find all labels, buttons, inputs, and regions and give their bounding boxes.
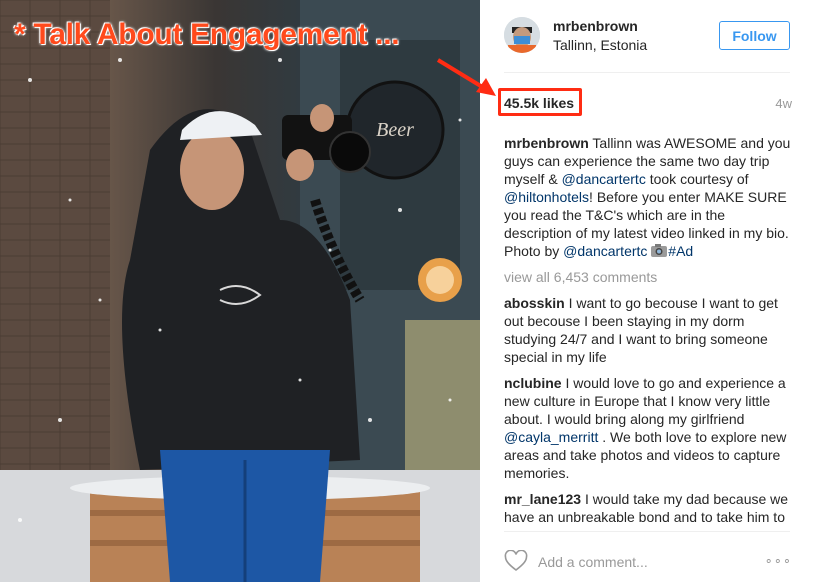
caption-text: took courtesy of	[645, 171, 749, 187]
comment: mr_lane123 I would take my dad because w…	[504, 490, 794, 530]
heart-icon[interactable]	[504, 549, 528, 577]
view-all-comments-link[interactable]: view all 6,453 comments	[504, 268, 794, 286]
svg-text:Beer: Beer	[376, 119, 414, 141]
post-footer: Add a comment... ∘∘∘	[480, 532, 813, 582]
mention-link[interactable]: @cayla_merritt	[504, 429, 598, 445]
post-location[interactable]: Tallinn, Estonia	[553, 37, 647, 53]
mention-link[interactable]: @dancartertc	[562, 171, 646, 187]
comment: abosskin I want to go becouse I want to …	[504, 294, 794, 366]
comment: nclubine I would love to go and experien…	[504, 374, 794, 482]
post-photo[interactable]: Beer	[0, 0, 480, 582]
post-header: mrbenbrown Tallinn, Estonia Follow	[480, 0, 813, 72]
photo-illustration: Beer	[0, 0, 480, 582]
comment-username[interactable]: nclubine	[504, 375, 562, 391]
follow-button[interactable]: Follow	[719, 21, 790, 50]
likes-count[interactable]: 45.5k likes	[504, 95, 574, 111]
post-details-panel: mrbenbrown Tallinn, Estonia Follow 45.5k…	[480, 0, 813, 582]
hashtag-link[interactable]: #Ad	[668, 243, 693, 259]
comments-section: mrbenbrown Tallinn was AWESOME and you g…	[504, 134, 794, 530]
mention-link[interactable]: @hiltonhotels	[504, 189, 589, 205]
add-comment-input[interactable]: Add a comment...	[538, 554, 648, 570]
post-age[interactable]: 4w	[775, 96, 792, 111]
mention-link[interactable]: @dancartertc	[563, 243, 647, 259]
avatar[interactable]	[504, 17, 540, 53]
annotation-title: * Talk About Engagement ...	[14, 18, 400, 51]
header-divider	[504, 72, 790, 73]
post-username[interactable]: mrbenbrown	[553, 18, 638, 34]
caption: mrbenbrown Tallinn was AWESOME and you g…	[504, 134, 794, 260]
camera-emoji-icon	[651, 243, 668, 257]
comment-username[interactable]: mr_lane123	[504, 491, 581, 507]
caption-username[interactable]: mrbenbrown	[504, 135, 589, 151]
comment-username[interactable]: abosskin	[504, 295, 565, 311]
more-options-icon[interactable]: ∘∘∘	[765, 553, 792, 569]
